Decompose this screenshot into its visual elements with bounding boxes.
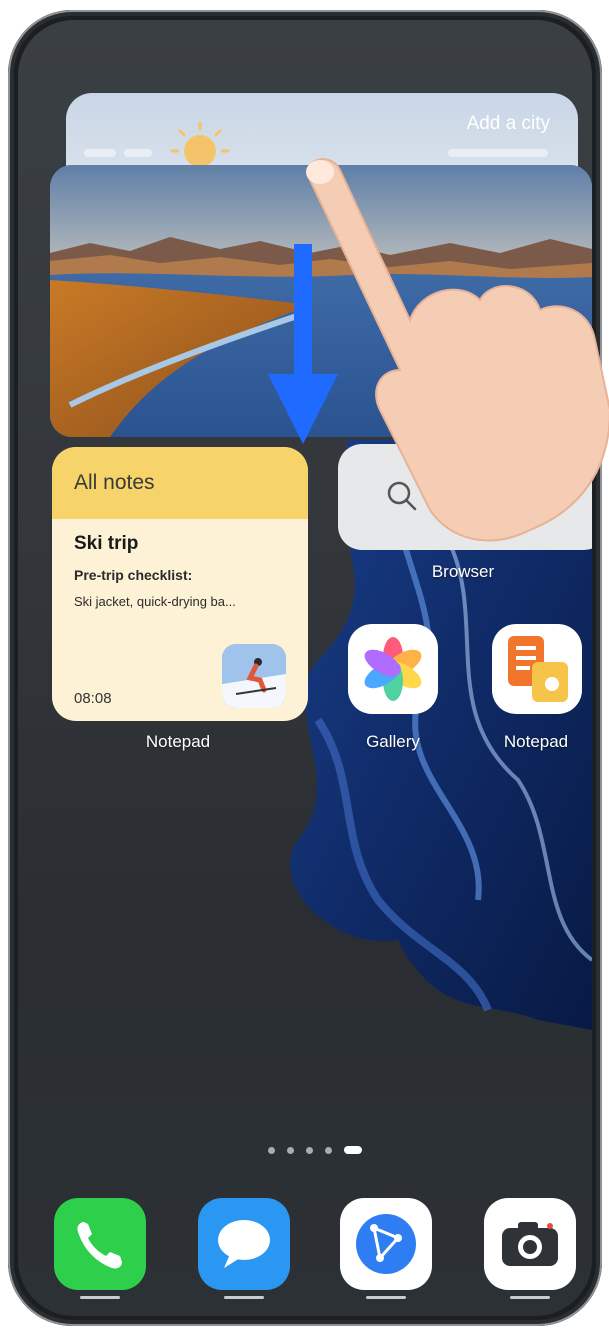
gallery-app-label: Gallery — [366, 732, 420, 751]
gallery-icon — [364, 637, 422, 701]
camera-icon — [502, 1222, 558, 1266]
phone-app-icon[interactable] — [54, 1198, 146, 1290]
notes-header: All notes — [52, 447, 308, 519]
note-thumbnail — [222, 644, 286, 708]
page-dot[interactable] — [287, 1146, 294, 1154]
note-preview: Ski jacket, quick-drying ba... — [74, 594, 236, 609]
browser-icon — [356, 1214, 416, 1274]
note-title: Ski trip — [74, 533, 139, 554]
weather-placeholder-bar — [124, 149, 152, 157]
notes-widget[interactable]: All notes Ski trip Pre-trip checklist: S… — [52, 447, 308, 721]
browser-app-icon[interactable] — [340, 1198, 432, 1290]
notepad-icon — [508, 636, 568, 702]
note-subtitle: Pre-trip checklist: — [74, 567, 193, 583]
page-dot[interactable] — [306, 1146, 313, 1154]
skier-image — [222, 644, 286, 708]
notepad-app-label: Notepad — [503, 732, 569, 751]
messages-app-icon[interactable] — [198, 1198, 290, 1290]
weather-placeholder-bar — [84, 149, 116, 157]
notepad-widget-label: Notepad — [145, 732, 211, 751]
note-time: 08:08 — [74, 690, 112, 707]
hand-gesture-icon — [306, 158, 609, 542]
page-dot-active[interactable] — [344, 1146, 362, 1154]
page-dot[interactable] — [268, 1146, 275, 1154]
dock-indicator — [80, 1296, 120, 1299]
dock-indicator — [510, 1296, 550, 1299]
messages-icon — [218, 1220, 270, 1268]
page-dot[interactable] — [325, 1146, 332, 1154]
gallery-app-icon[interactable] — [348, 624, 438, 714]
camera-app-icon[interactable] — [484, 1198, 576, 1290]
page-indicator[interactable] — [268, 1146, 362, 1154]
add-city-link[interactable]: Add a city — [467, 113, 550, 135]
phone-icon — [77, 1222, 122, 1269]
browser-widget-label: Browser — [431, 562, 495, 581]
notepad-app-icon[interactable] — [492, 624, 582, 714]
dock-indicator — [224, 1296, 264, 1299]
dock-indicator — [366, 1296, 406, 1299]
